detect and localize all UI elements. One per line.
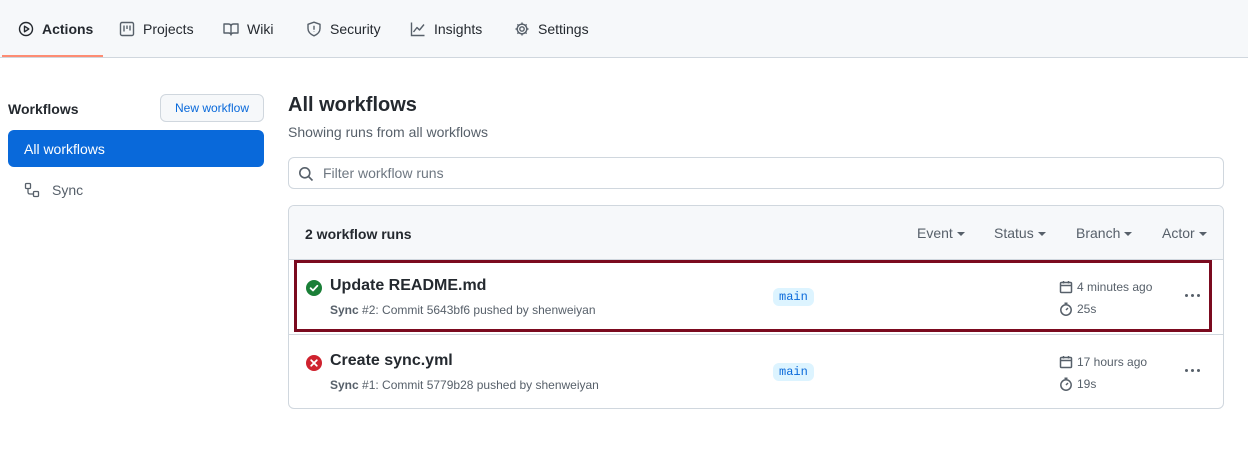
workflow-icon — [24, 182, 40, 198]
x-circle-icon — [306, 355, 322, 371]
sidebar-item-label: All workflows — [24, 140, 105, 157]
run-time: 17 hours ago — [1059, 355, 1147, 369]
run-meta: Sync #2: Commit 5643bf6 pushed by shenwe… — [330, 303, 596, 317]
caret-down-icon — [1198, 232, 1207, 236]
filter-label: Actor — [1162, 225, 1195, 241]
caret-down-icon — [956, 232, 965, 236]
filter-branch-button[interactable]: Branch — [1076, 225, 1133, 241]
filter-label: Event — [917, 225, 953, 241]
tab-label: Actions — [42, 21, 94, 37]
kebab-menu-icon[interactable] — [1185, 294, 1200, 297]
stopwatch-icon — [1060, 302, 1072, 316]
run-time-text: 17 hours ago — [1077, 355, 1148, 369]
tab-label: Insights — [434, 21, 483, 37]
kebab-menu-icon[interactable] — [1185, 369, 1200, 372]
check-circle-icon — [306, 280, 322, 296]
run-title[interactable]: Create sync.yml — [330, 352, 453, 370]
run-time-text: 4 minutes ago — [1077, 280, 1153, 294]
run-count: 2 workflow runs — [305, 226, 412, 242]
tab-actions[interactable]: Actions — [18, 0, 93, 58]
repo-nav: Actions Projects Wiki Security Insights … — [0, 0, 1248, 58]
graph-icon — [410, 22, 425, 37]
page-subtitle: Showing runs from all workflows — [288, 124, 488, 140]
tab-label: Security — [330, 21, 381, 37]
run-workflow-name: Sync — [330, 303, 359, 317]
calendar-icon — [1059, 281, 1073, 294]
branch-badge[interactable]: main — [773, 363, 814, 381]
run-time: 4 minutes ago — [1059, 280, 1152, 294]
tab-label: Projects — [143, 21, 194, 37]
sidebar-item-sync[interactable]: Sync — [24, 178, 83, 202]
page-title: All workflows — [288, 94, 417, 116]
run-meta: Sync #1: Commit 5779b28 pushed by shenwe… — [330, 378, 599, 392]
filter-event-button[interactable]: Event — [917, 225, 965, 241]
workflow-run-row[interactable]: Update README.md Sync #2: Commit 5643bf6… — [289, 260, 1223, 334]
filter-status-button[interactable]: Status — [994, 225, 1046, 241]
run-title[interactable]: Update README.md — [330, 277, 486, 295]
workflow-run-row[interactable]: Create sync.yml Sync #1: Commit 5779b28 … — [289, 334, 1223, 408]
filter-workflow-runs-input[interactable] — [321, 161, 1211, 185]
tab-projects[interactable]: Projects — [119, 0, 194, 58]
play-icon — [18, 21, 34, 37]
sidebar-title: Workflows — [8, 101, 79, 117]
run-duration: 25s — [1059, 302, 1096, 316]
runs-list-header: 2 workflow runs Event Status Branch Acto… — [289, 206, 1223, 260]
stopwatch-icon — [1060, 377, 1072, 391]
tab-insights[interactable]: Insights — [410, 0, 482, 58]
filter-label: Branch — [1076, 225, 1121, 241]
tab-label: Settings — [538, 21, 589, 37]
active-tab-indicator — [2, 55, 103, 57]
search-icon — [299, 167, 314, 182]
run-duration-text: 19s — [1077, 377, 1097, 391]
branch-badge[interactable]: main — [773, 288, 814, 306]
run-duration: 19s — [1059, 377, 1096, 391]
sidebar-item-all-workflows[interactable]: All workflows — [8, 130, 264, 167]
run-workflow-name: Sync — [330, 378, 359, 392]
run-duration-text: 25s — [1077, 302, 1097, 316]
shield-icon — [307, 21, 321, 37]
sidebar-item-label: Sync — [52, 182, 84, 198]
book-icon — [223, 23, 239, 36]
tab-label: Wiki — [247, 21, 274, 37]
project-icon — [119, 21, 135, 37]
filter-box — [288, 157, 1224, 189]
tab-settings[interactable]: Settings — [514, 0, 589, 58]
workflow-runs-list: 2 workflow runs Event Status Branch Acto… — [288, 205, 1224, 409]
new-workflow-button[interactable]: New workflow — [160, 94, 264, 122]
gear-icon — [515, 22, 529, 36]
tab-wiki[interactable]: Wiki — [223, 0, 273, 58]
filter-label: Status — [994, 225, 1034, 241]
calendar-icon — [1059, 356, 1073, 369]
filter-actor-button[interactable]: Actor — [1162, 225, 1207, 241]
run-meta-text: #2: Commit 5643bf6 pushed by shenweiyan — [358, 303, 596, 317]
caret-down-icon — [1037, 232, 1046, 236]
caret-down-icon — [1124, 232, 1133, 236]
run-meta-text: #1: Commit 5779b28 pushed by shenweiyan — [358, 378, 599, 392]
tab-security[interactable]: Security — [306, 0, 381, 58]
